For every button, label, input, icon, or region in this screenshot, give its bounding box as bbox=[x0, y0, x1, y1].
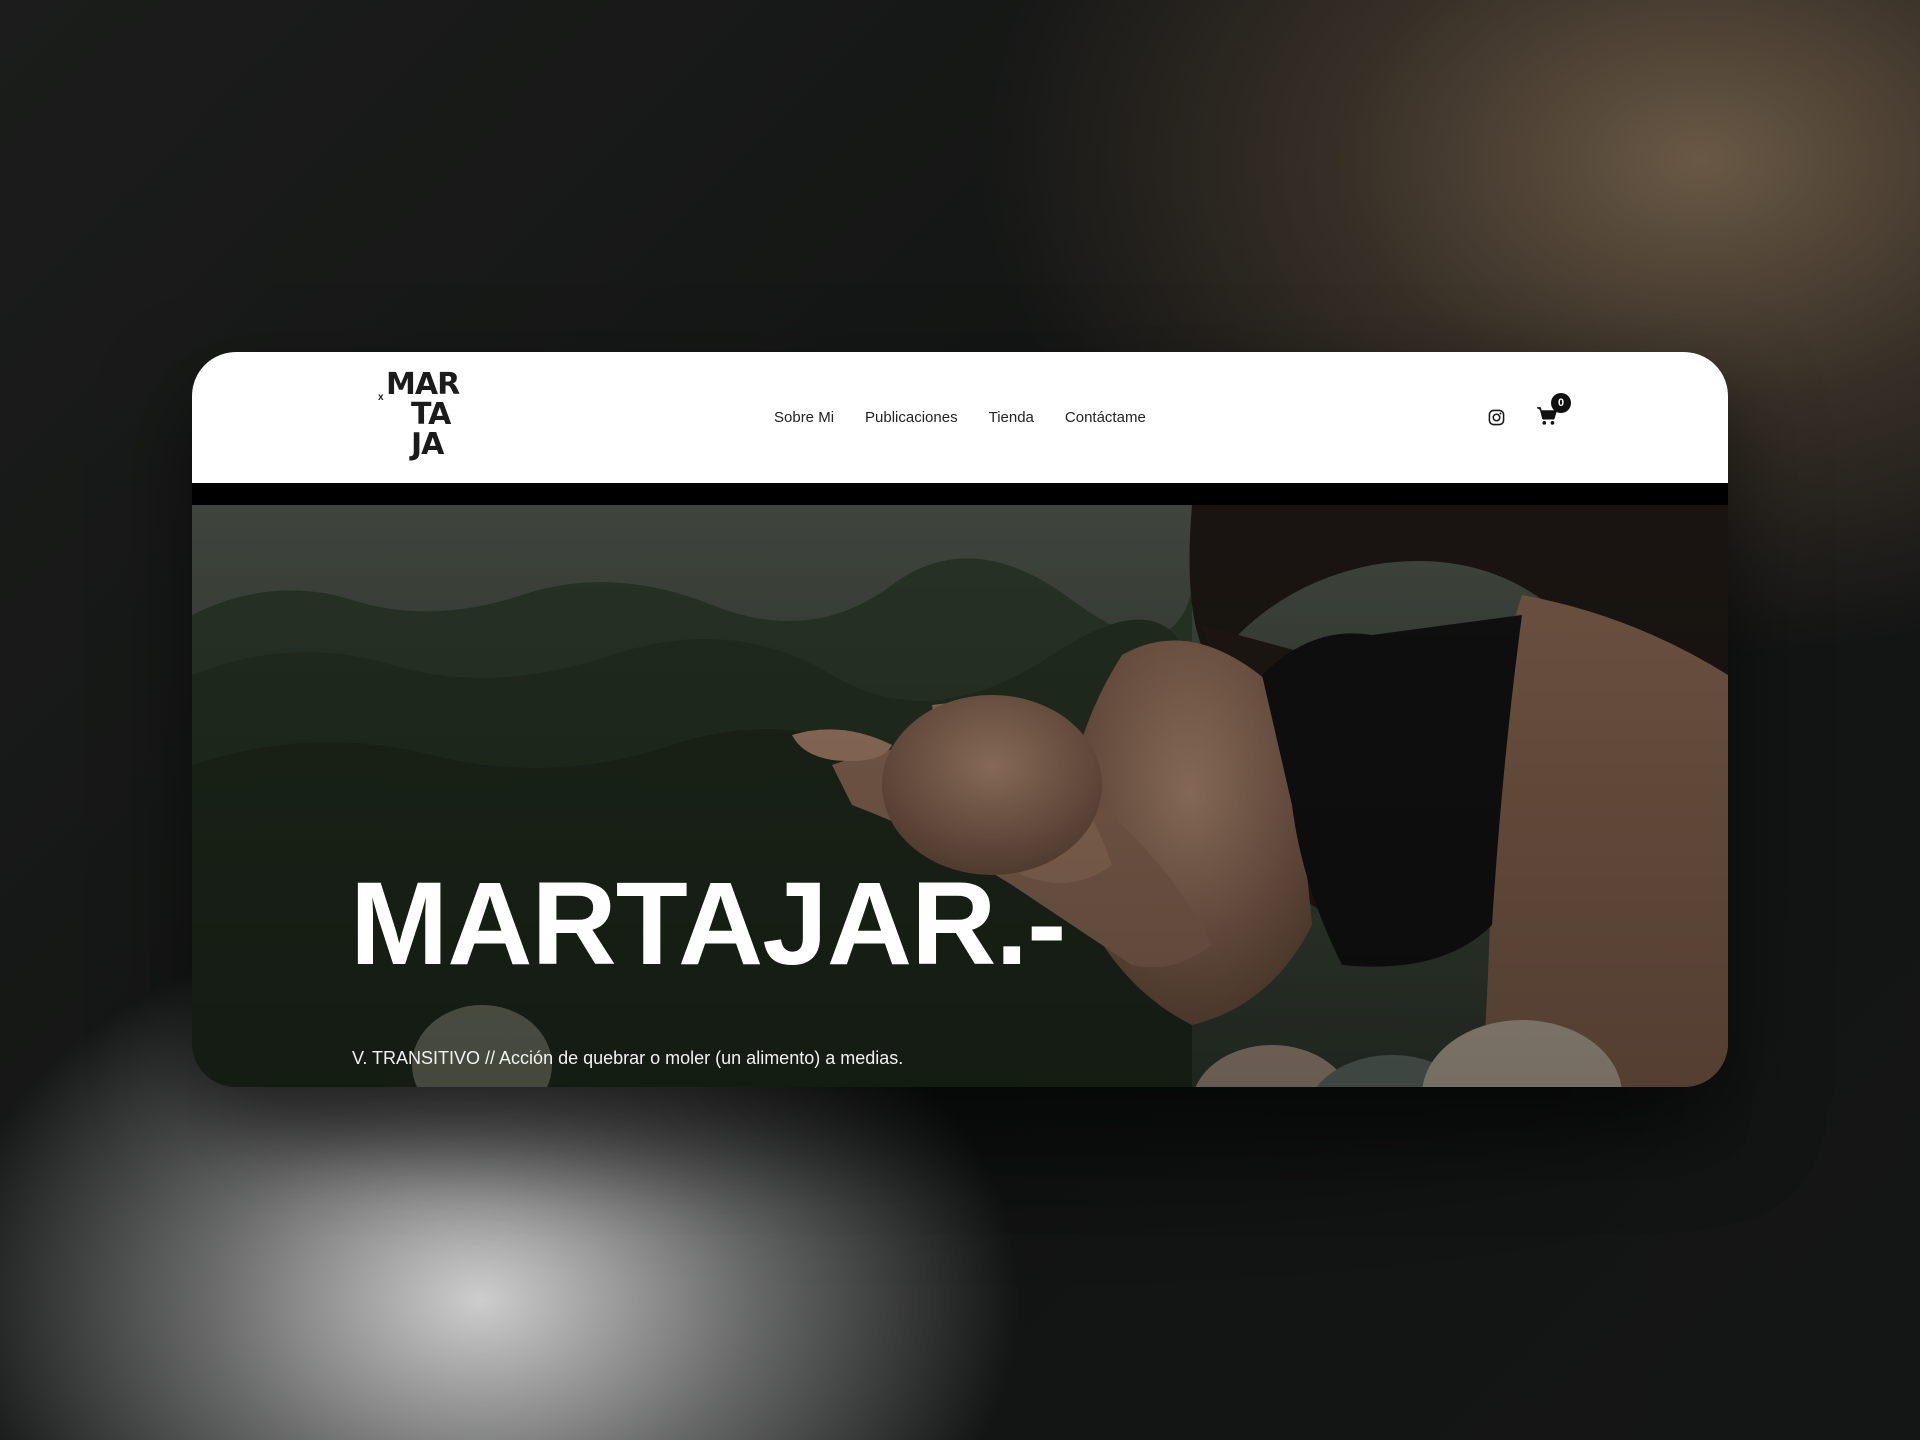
site-header: x MAR TA JA Sobre Mi Publicaciones Tiend… bbox=[192, 352, 1728, 483]
hero-title: MARTAJAR.- bbox=[350, 858, 1066, 990]
header-divider-bar bbox=[192, 483, 1728, 505]
main-nav: Sobre Mi Publicaciones Tienda Contáctame bbox=[774, 352, 1177, 483]
site-logo[interactable]: x MAR TA JA bbox=[378, 370, 464, 466]
logo-mark: x bbox=[378, 392, 384, 403]
logo-line-1: MAR bbox=[386, 367, 460, 402]
hero-section: MARTAJAR.- V. TRANSITIVO // Acción de qu… bbox=[192, 505, 1728, 1087]
logo-line-3: JA bbox=[411, 427, 444, 462]
nav-item-tienda[interactable]: Tienda bbox=[989, 409, 1034, 426]
logo-line-2: TA bbox=[411, 397, 451, 432]
nav-item-sobre-mi[interactable]: Sobre Mi bbox=[774, 409, 834, 426]
instagram-icon[interactable] bbox=[1488, 409, 1505, 426]
browser-window: x MAR TA JA Sobre Mi Publicaciones Tiend… bbox=[192, 352, 1728, 1087]
nav-item-contactame[interactable]: Contáctame bbox=[1065, 409, 1146, 426]
hero-background-image bbox=[192, 505, 1728, 1087]
nav-item-publicaciones[interactable]: Publicaciones bbox=[865, 409, 958, 426]
hero-subtitle: V. TRANSITIVO // Acción de quebrar o mol… bbox=[352, 1048, 904, 1068]
cart-count-badge: 0 bbox=[1551, 393, 1571, 413]
